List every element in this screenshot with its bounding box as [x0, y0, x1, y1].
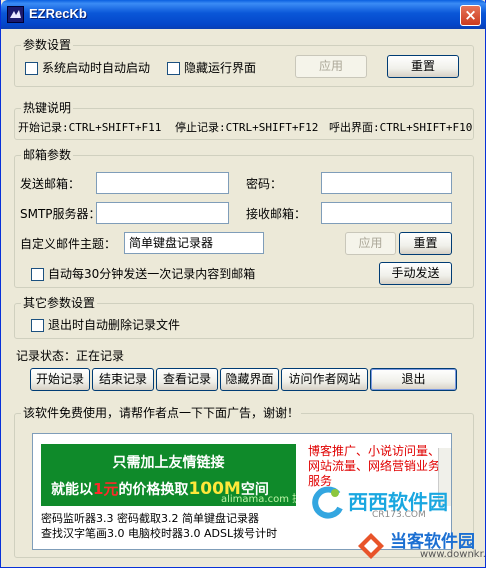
auto-send-checkbox[interactable] — [31, 268, 44, 281]
downkr-watermark-url: www.downkr.com — [420, 549, 486, 560]
mail-apply-button[interactable]: 应用 — [345, 232, 396, 255]
start-record-button[interactable]: 开始记录 — [30, 368, 90, 391]
hide-ui-label[interactable]: 隐藏运行界面 — [184, 60, 256, 76]
sender-email-input[interactable] — [96, 172, 229, 194]
password-label: 密码： — [246, 177, 283, 191]
window-title: EZRecKb — [29, 6, 87, 21]
password-input[interactable] — [321, 172, 452, 194]
downkr-logo-icon — [358, 533, 384, 559]
stop-record-button[interactable]: 结束记录 — [92, 368, 154, 391]
banner-part-b: 1元 — [93, 480, 119, 498]
delete-on-exit-label[interactable]: 退出时自动删除记录文件 — [48, 317, 180, 333]
visit-author-site-button[interactable]: 访问作者网站 — [281, 368, 368, 391]
close-button[interactable]: × — [460, 5, 481, 26]
ad-link-line2[interactable]: 查找汉字笔画3.0 电脑校时器3.0 ADSL拨号计时 — [41, 527, 277, 541]
hotkeys-group-title: 热键说明 — [21, 101, 74, 115]
hide-ui-button[interactable]: 隐藏界面 — [220, 368, 279, 391]
mail-reset-button[interactable]: 重置 — [399, 232, 452, 255]
subject-label: 自定义邮件主题： — [20, 237, 117, 251]
cr173-watermark-url: CR173.COM — [372, 510, 426, 520]
params-reset-button[interactable]: 重置 — [387, 55, 459, 78]
receiver-email-input[interactable] — [321, 202, 452, 224]
app-icon — [7, 6, 24, 23]
ad-group-title: 该软件免费使用，请帮作者点一下下面广告，谢谢！ — [21, 406, 302, 420]
subject-input[interactable]: 简单键盘记录器 — [124, 232, 264, 254]
smtp-server-input[interactable] — [96, 202, 229, 224]
cr173-watermark: 西西软件园 CR173.COM — [310, 486, 480, 522]
mail-group-title: 邮箱参数 — [21, 148, 74, 162]
other-group-title: 其它参数设置 — [21, 296, 98, 310]
cr173-logo-icon — [312, 486, 343, 519]
params-group-title: 参数设置 — [21, 38, 74, 52]
auto-send-label[interactable]: 自动每30分钟发送一次记录内容到邮箱 — [48, 266, 255, 282]
exit-button[interactable]: 退出 — [370, 368, 457, 391]
hotkey-stop-text: 停止记录:CTRL+SHIFT+F12 — [175, 121, 319, 134]
hotkey-start-text: 开始记录:CTRL+SHIFT+F11 — [18, 121, 162, 134]
ad-banner[interactable]: 只需加上友情链接 就能以1元的价格换取100M空间 alimama.com 提供 — [41, 444, 296, 506]
autostart-checkbox[interactable] — [25, 62, 38, 75]
banner-part-a: 就能以 — [51, 482, 93, 498]
title-bar[interactable]: EZRecKb × — [1, 0, 486, 29]
manual-send-button[interactable]: 手动发送 — [379, 262, 452, 285]
sender-email-label: 发送邮箱： — [20, 177, 81, 191]
view-record-button[interactable]: 查看记录 — [156, 368, 218, 391]
delete-on-exit-checkbox[interactable] — [31, 319, 44, 332]
ad-link-line1[interactable]: 密码监听器3.3 密码截取3.2 简单键盘记录器 — [41, 512, 259, 526]
autostart-label[interactable]: 系统启动时自动启动 — [42, 60, 150, 76]
downkr-watermark: 当客软件园 www.downkr.com — [356, 527, 486, 567]
banner-part-c: 的价格换取 — [118, 482, 189, 498]
hide-ui-checkbox[interactable] — [167, 62, 180, 75]
smtp-server-label: SMTP服务器： — [20, 207, 101, 221]
main-window: EZRecKb × 参数设置 系统启动时自动启动 隐藏运行界面 应用 重置 热键… — [0, 0, 486, 568]
hotkey-show-text: 呼出界面:CTRL+SHIFT+F10 — [329, 121, 473, 134]
ad-red-text[interactable]: 博客推广、小说访问量、网站流量、网络营销业务服务 — [308, 444, 448, 489]
params-apply-button[interactable]: 应用 — [295, 55, 367, 78]
record-status-text: 记录状态：正在记录 — [16, 349, 125, 363]
receiver-email-label: 接收邮箱： — [246, 207, 307, 221]
banner-sub: alimama.com 提供 — [221, 494, 296, 505]
banner-line1: 只需加上友情链接 — [112, 455, 225, 471]
